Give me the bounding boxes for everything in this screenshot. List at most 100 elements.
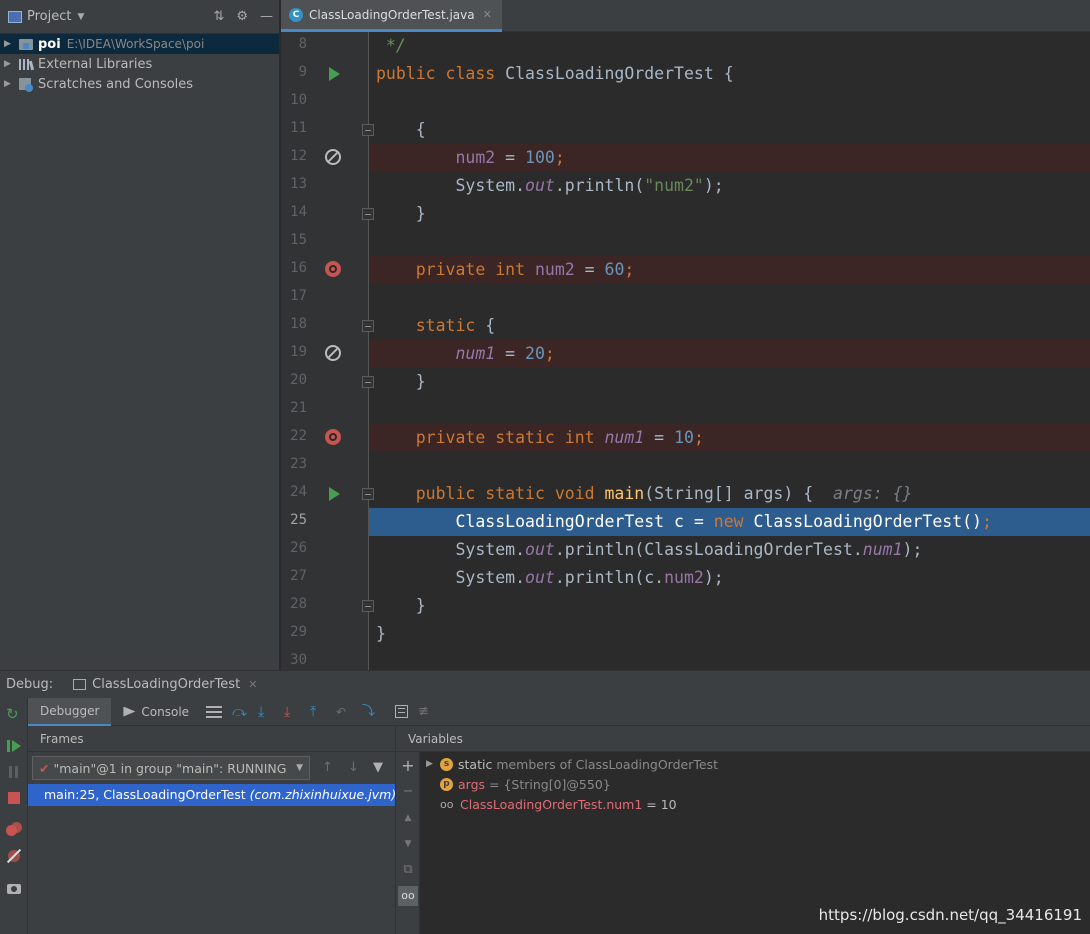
field-watchpoint-icon[interactable] xyxy=(325,429,343,447)
library-icon xyxy=(18,57,35,71)
move-down-icon[interactable]: ▼ xyxy=(400,836,416,852)
debug-session-tab[interactable]: ClassLoadingOrderTest ✕ xyxy=(73,677,257,692)
expand-arrow-icon[interactable]: ▶ xyxy=(426,759,440,769)
fold-icon[interactable] xyxy=(362,124,374,136)
rerun-icon[interactable]: ↻ xyxy=(6,706,22,722)
thread-select[interactable]: ✔ "main"@1 in group "main": RUNNING ▼ xyxy=(32,756,310,780)
variable-row-static[interactable]: ▶ s static members of ClassLoadingOrderT… xyxy=(426,754,718,774)
static-icon: s xyxy=(440,757,453,771)
step-into-icon[interactable]: ⤓ xyxy=(258,704,274,720)
fold-icon[interactable] xyxy=(362,600,374,612)
tree-item-scratches[interactable]: ▶ Scratches and Consoles xyxy=(0,74,279,94)
line-number: 20 xyxy=(290,372,307,388)
line-number: 14 xyxy=(290,204,307,220)
hide-icon[interactable]: — xyxy=(260,9,273,24)
debugger-toolbar: Debugger Console ⤼ ⤓ ⤓ ⤒ ↶ ⤵ ≢ xyxy=(28,697,1090,726)
step-over-icon[interactable]: ⤼ xyxy=(232,704,248,720)
tree-item-poi[interactable]: ▶ poi E:\IDEA\WorkSpace\poi xyxy=(0,34,279,54)
arrow-up-icon[interactable]: ↑ xyxy=(322,760,333,775)
java-class-icon: C xyxy=(289,7,303,22)
line-number: 27 xyxy=(290,568,307,584)
code-line: 28 } xyxy=(281,592,1090,620)
copy-icon[interactable]: ⧉ xyxy=(400,862,416,878)
editor-tab-bar: C ClassLoadingOrderTest.java ✕ xyxy=(281,0,1090,32)
variable-row-args[interactable]: p args = {String[0]@550} xyxy=(426,774,611,794)
fold-icon[interactable] xyxy=(362,376,374,388)
line-number: 30 xyxy=(290,652,307,668)
code-text: } xyxy=(376,624,386,643)
filter-icon[interactable]: ▼ xyxy=(373,760,383,775)
force-step-into-icon[interactable]: ⤓ xyxy=(284,704,300,720)
variable-row-watch[interactable]: oo ClassLoadingOrderTest.num1 = 10 xyxy=(426,794,677,814)
project-header[interactable]: Project ▼ ⇅ ⚙ — xyxy=(0,0,279,34)
debug-session-label: ClassLoadingOrderTest xyxy=(92,677,241,692)
code-line: 17 xyxy=(281,284,1090,312)
code-line: 22 private static int num1 = 10; xyxy=(281,424,1090,452)
step-out-icon[interactable]: ⤒ xyxy=(310,704,326,720)
evaluate-expression-icon[interactable] xyxy=(395,705,409,718)
code-line: 27 System.out.println(c.num2); xyxy=(281,564,1090,592)
watermark: https://blog.csdn.net/qq_34416191 xyxy=(818,906,1082,924)
gear-icon[interactable]: ⚙ xyxy=(236,9,248,24)
expand-arrow-icon[interactable]: ▶ xyxy=(4,59,18,69)
pause-icon[interactable] xyxy=(6,764,22,780)
code-text: public class ClassLoadingOrderTest { xyxy=(376,64,734,83)
mute-breakpoints-icon[interactable] xyxy=(6,848,22,864)
drop-frame-icon[interactable]: ↶ xyxy=(336,704,352,720)
frames-header: Frames xyxy=(28,726,395,752)
field-watchpoint-icon[interactable] xyxy=(325,261,343,279)
tree-item-external-libraries[interactable]: ▶ External Libraries xyxy=(0,54,279,74)
run-to-cursor-icon[interactable]: ⤵ xyxy=(362,704,378,720)
tree-item-label: Scratches and Consoles xyxy=(38,76,194,92)
remove-watch-icon[interactable]: − xyxy=(400,784,416,800)
chevron-down-icon[interactable]: ▼ xyxy=(296,763,303,773)
stop-icon[interactable] xyxy=(6,790,22,806)
tab-debugger[interactable]: Debugger xyxy=(28,697,112,726)
run-icon[interactable] xyxy=(325,65,343,83)
collapse-all-icon[interactable]: ⇅ xyxy=(213,9,224,24)
code-line: 23 xyxy=(281,452,1090,480)
no-suspend-breakpoint-icon[interactable] xyxy=(325,149,343,167)
code-line: 26 System.out.println(ClassLoadingOrderT… xyxy=(281,536,1090,564)
code-text: { xyxy=(415,120,426,139)
trace-icon[interactable]: ≢ xyxy=(418,704,434,720)
tab-console[interactable]: Console xyxy=(111,698,201,726)
line-number: 22 xyxy=(290,428,307,444)
move-up-icon[interactable]: ▲ xyxy=(400,810,416,826)
camera-icon[interactable] xyxy=(6,880,22,896)
run-icon[interactable] xyxy=(325,485,343,503)
debug-label: Debug: xyxy=(6,677,54,692)
module-folder-icon xyxy=(18,37,34,51)
close-icon[interactable]: ✕ xyxy=(483,8,492,21)
no-suspend-breakpoint-icon[interactable] xyxy=(325,345,343,363)
fold-icon[interactable] xyxy=(362,320,374,332)
watch-glasses-icon: oo xyxy=(440,797,454,811)
code-editor[interactable]: 8 */ 9 public class ClassLoadingOrderTes… xyxy=(281,32,1090,670)
fold-icon[interactable] xyxy=(362,208,374,220)
code-line: 9 public class ClassLoadingOrderTest { xyxy=(281,60,1090,88)
code-line: 29 } xyxy=(281,620,1090,648)
fold-icon[interactable] xyxy=(362,488,374,500)
chevron-down-icon[interactable]: ▼ xyxy=(77,12,84,22)
expand-arrow-icon[interactable]: ▶ xyxy=(4,39,18,49)
expand-arrow-icon[interactable]: ▶ xyxy=(4,79,18,89)
view-breakpoints-icon[interactable] xyxy=(6,822,22,838)
arrow-down-icon[interactable]: ↓ xyxy=(348,760,359,775)
code-line-execution-point: 25 ClassLoadingOrderTest c = new ClassLo… xyxy=(281,508,1090,536)
layout-menu-icon[interactable] xyxy=(206,705,223,718)
frame-row-selected[interactable]: main:25, ClassLoadingOrderTest (com.zhix… xyxy=(28,784,395,806)
code-text: num1 = 20; xyxy=(455,344,555,363)
code-text: public static void main(String[] args) {… xyxy=(415,484,913,503)
line-number: 10 xyxy=(290,92,307,108)
line-number: 13 xyxy=(290,176,307,192)
code-text: System.out.println("num2"); xyxy=(455,176,724,195)
project-view-icon xyxy=(8,10,22,23)
add-watch-icon[interactable]: + xyxy=(400,758,416,774)
inline-debug-hint: args: {} xyxy=(833,484,913,503)
editor-tab-label: ClassLoadingOrderTest.java xyxy=(309,7,475,22)
close-icon[interactable]: ✕ xyxy=(248,678,257,691)
show-watches-icon[interactable]: oo xyxy=(398,886,418,906)
editor-tab-classloadingordertest[interactable]: C ClassLoadingOrderTest.java ✕ xyxy=(281,0,502,32)
resume-icon[interactable] xyxy=(6,738,22,754)
code-line: 15 xyxy=(281,228,1090,256)
